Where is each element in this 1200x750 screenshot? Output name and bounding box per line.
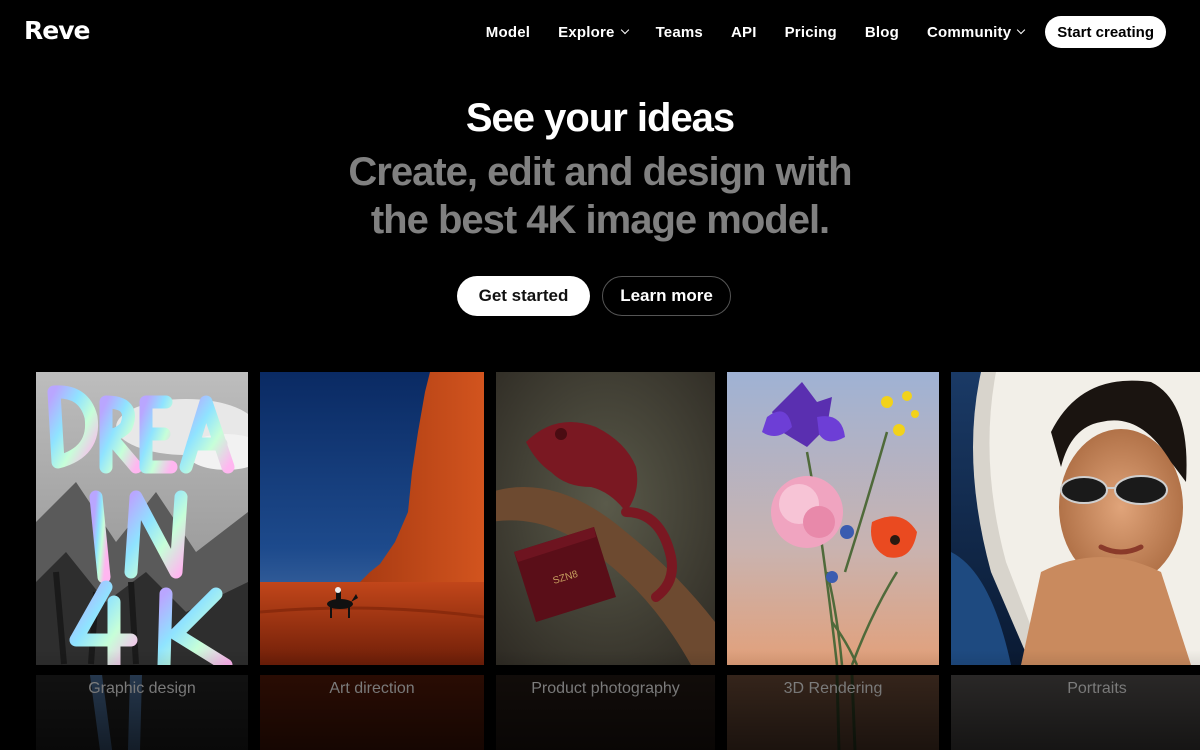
nav-blog[interactable]: Blog: [865, 24, 899, 41]
gallery-caption: Portraits: [1067, 680, 1127, 697]
nav-explore[interactable]: Explore: [558, 23, 629, 41]
gallery-image-portraits: [951, 372, 1200, 665]
nav-model-label: Model: [485, 23, 531, 41]
nav-links: Model Explore Teams API Pricing Blog Com…: [486, 16, 1166, 48]
nav-teams[interactable]: Teams: [656, 24, 703, 41]
top-nav: Reve Model Explore Teams API Pricing Blo…: [0, 0, 1200, 64]
example-gallery: Graphic design Art direction SZN8 Produc…: [0, 372, 1200, 750]
reve-logo[interactable]: Reve: [24, 16, 90, 45]
nav-teams-label: Teams: [655, 23, 703, 41]
gallery-image-art-direction: [260, 372, 484, 665]
hero-buttons: Get started Learn more: [0, 276, 1200, 316]
learn-more-button[interactable]: Learn more: [602, 276, 731, 316]
hero-subtitle-line-1: Create, edit and design with: [348, 150, 852, 194]
nav-explore-label: Explore: [558, 23, 615, 41]
gallery-caption: Graphic design: [88, 680, 196, 697]
nav-blog-label: Blog: [864, 23, 899, 41]
gallery-image-graphic-design: [36, 372, 248, 665]
chevron-down-icon: [620, 25, 629, 35]
gallery-image-3d-rendering: [727, 372, 939, 665]
nav-pricing-label: Pricing: [784, 23, 837, 41]
hero-subtitle-line-2: the best 4K image model.: [370, 198, 830, 242]
chevron-down-icon: [1017, 25, 1026, 35]
start-creating-button[interactable]: Start creating: [1045, 16, 1166, 48]
nav-pricing[interactable]: Pricing: [785, 24, 837, 41]
nav-api[interactable]: API: [731, 24, 757, 41]
get-started-button[interactable]: Get started: [457, 276, 590, 316]
gallery-caption: 3D Rendering: [783, 680, 883, 697]
nav-api-label: API: [730, 23, 757, 41]
nav-community-label: Community: [926, 23, 1012, 41]
nav-community[interactable]: Community: [926, 23, 1026, 41]
hero-title: See your ideas: [465, 96, 735, 140]
gallery-caption: Art direction: [329, 680, 415, 697]
gallery-caption: Product photography: [531, 680, 680, 697]
hero-subtitle: Create, edit and design with the best 4K…: [0, 148, 1200, 244]
gallery-image-product-photography: SZN8: [496, 372, 715, 665]
nav-model[interactable]: Model: [486, 24, 530, 41]
